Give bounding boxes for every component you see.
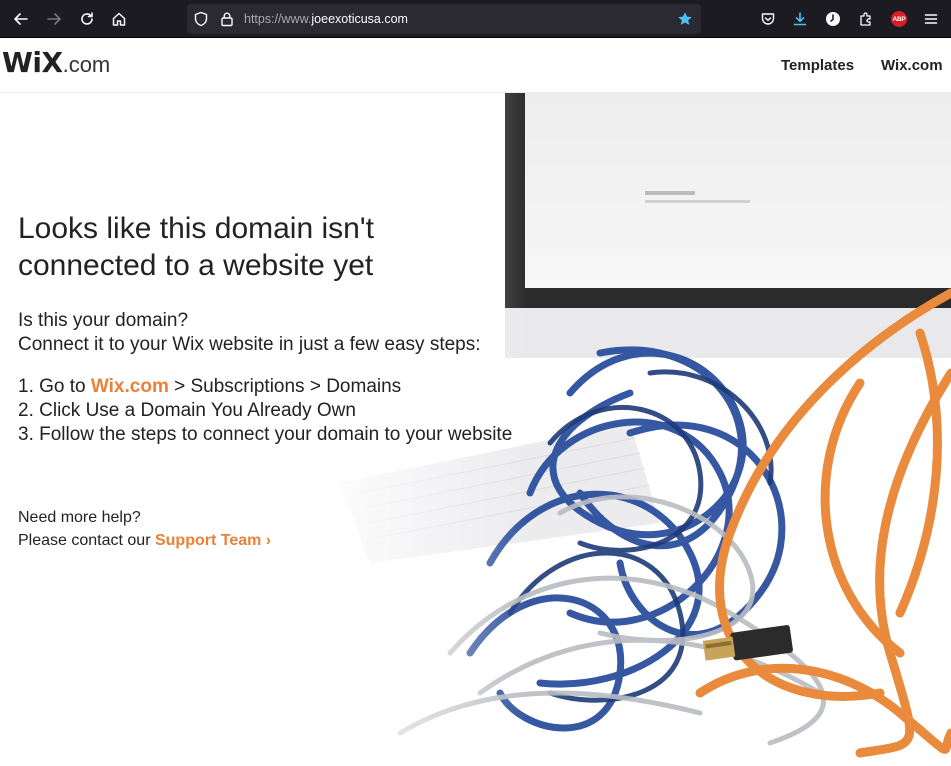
download-icon bbox=[793, 12, 807, 26]
support-team-link[interactable]: Support Team › bbox=[155, 532, 271, 549]
home-icon bbox=[112, 12, 126, 26]
arrow-right-icon bbox=[47, 13, 61, 25]
help-title: Need more help? bbox=[18, 509, 141, 526]
bookmark-star-icon[interactable] bbox=[677, 11, 693, 27]
page-headline: Looks like this domain isn't connected t… bbox=[18, 210, 538, 284]
domain-question: Is this your domain? bbox=[18, 310, 189, 331]
clock-icon bbox=[826, 12, 840, 26]
url-prefix: https://www. bbox=[244, 12, 312, 26]
adblock-button[interactable]: ABP bbox=[886, 6, 912, 32]
url-domain: joeexoticusa.com bbox=[311, 12, 408, 26]
help-prefix: Please contact our bbox=[18, 532, 155, 549]
forward-button[interactable] bbox=[41, 6, 67, 32]
downloads-button[interactable] bbox=[787, 6, 813, 32]
help-contact: Please contact our Support Team › bbox=[18, 531, 271, 551]
site-header: WiX .com Templates Wix.com bbox=[0, 38, 951, 93]
intro-text: Connect it to your Wix website in just a… bbox=[18, 334, 481, 355]
hamburger-menu-icon bbox=[924, 14, 938, 24]
address-bar[interactable]: https://www.joeexoticusa.com bbox=[187, 4, 701, 34]
home-button[interactable] bbox=[106, 6, 132, 32]
back-button[interactable] bbox=[8, 6, 34, 32]
puzzle-icon bbox=[860, 12, 871, 26]
menu-button[interactable] bbox=[918, 6, 944, 32]
logo-com-text: .com bbox=[62, 52, 111, 77]
browser-toolbar: https://www.joeexoticusa.com ABP bbox=[0, 0, 951, 38]
step-3: 3. Follow the steps to connect your doma… bbox=[18, 424, 513, 445]
wix-com-link[interactable]: Wix.com bbox=[91, 376, 169, 397]
step-1: 1. Go to Wix.com > Subscriptions > Domai… bbox=[18, 375, 401, 399]
lock-icon[interactable] bbox=[219, 11, 235, 27]
adblock-plus-icon: ABP bbox=[891, 11, 907, 27]
support-team-label: Support Team bbox=[154, 532, 262, 549]
nav-templates-link[interactable]: Templates bbox=[781, 57, 854, 74]
nav-wix-link[interactable]: Wix.com bbox=[881, 57, 943, 74]
step-1-prefix: 1. Go to bbox=[18, 376, 91, 397]
account-button[interactable] bbox=[820, 6, 846, 32]
url-text[interactable]: https://www.joeexoticusa.com bbox=[244, 11, 408, 27]
pocket-icon bbox=[761, 13, 775, 25]
pocket-button[interactable] bbox=[755, 6, 781, 32]
extensions-button[interactable] bbox=[853, 6, 879, 32]
step-1-suffix: > Subscriptions > Domains bbox=[168, 376, 402, 397]
headline-line-2: connected to a website yet bbox=[18, 249, 374, 282]
logo-wix-text: WiX bbox=[2, 46, 63, 79]
wix-logo[interactable]: WiX .com bbox=[2, 47, 110, 79]
chevron-right-icon: › bbox=[265, 532, 272, 549]
reload-icon bbox=[81, 12, 93, 25]
step-2: 2. Click Use a Domain You Already Own bbox=[18, 400, 356, 421]
headline-line-1: Looks like this domain isn't bbox=[18, 212, 374, 245]
arrow-left-icon bbox=[14, 13, 28, 25]
shield-icon[interactable] bbox=[193, 11, 209, 27]
reload-button[interactable] bbox=[74, 6, 100, 32]
